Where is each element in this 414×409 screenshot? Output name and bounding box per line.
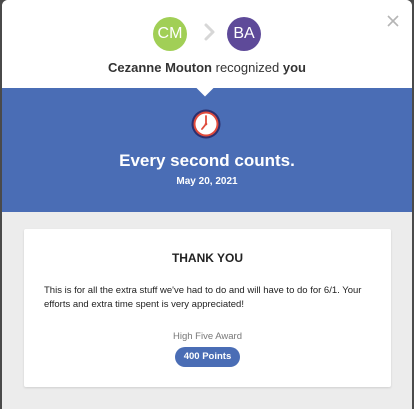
chevron-right-icon <box>204 23 215 41</box>
award-banner: Every second counts. May 20, 2021 <box>2 88 412 212</box>
recognition-modal: CM BA Cezanne Mouton recognized you Ever… <box>2 0 412 409</box>
card-message: This is for all the extra stuff we've ha… <box>44 285 362 310</box>
award-title: Every second counts. <box>119 151 295 170</box>
recognition-verb: recognized <box>215 60 280 75</box>
clock-icon <box>191 109 221 139</box>
modal-header: CM BA Cezanne Mouton recognized you <box>2 0 412 97</box>
card-title: THANK YOU <box>171 251 244 265</box>
award-name: High Five Award <box>173 331 242 342</box>
recipient-label: you <box>282 60 306 75</box>
points-badge: 400 Points <box>175 347 240 367</box>
recognition-caption: Cezanne Mouton recognized you <box>2 60 412 75</box>
sender-name: Cezanne Mouton <box>108 60 212 75</box>
award-date: May 20, 2021 <box>176 176 238 187</box>
message-card: THANK YOU This is for all the extra stuf… <box>24 229 391 387</box>
sender-avatar: CM <box>153 17 187 51</box>
close-icon[interactable] <box>386 14 400 28</box>
recipient-avatar: BA <box>227 17 261 51</box>
